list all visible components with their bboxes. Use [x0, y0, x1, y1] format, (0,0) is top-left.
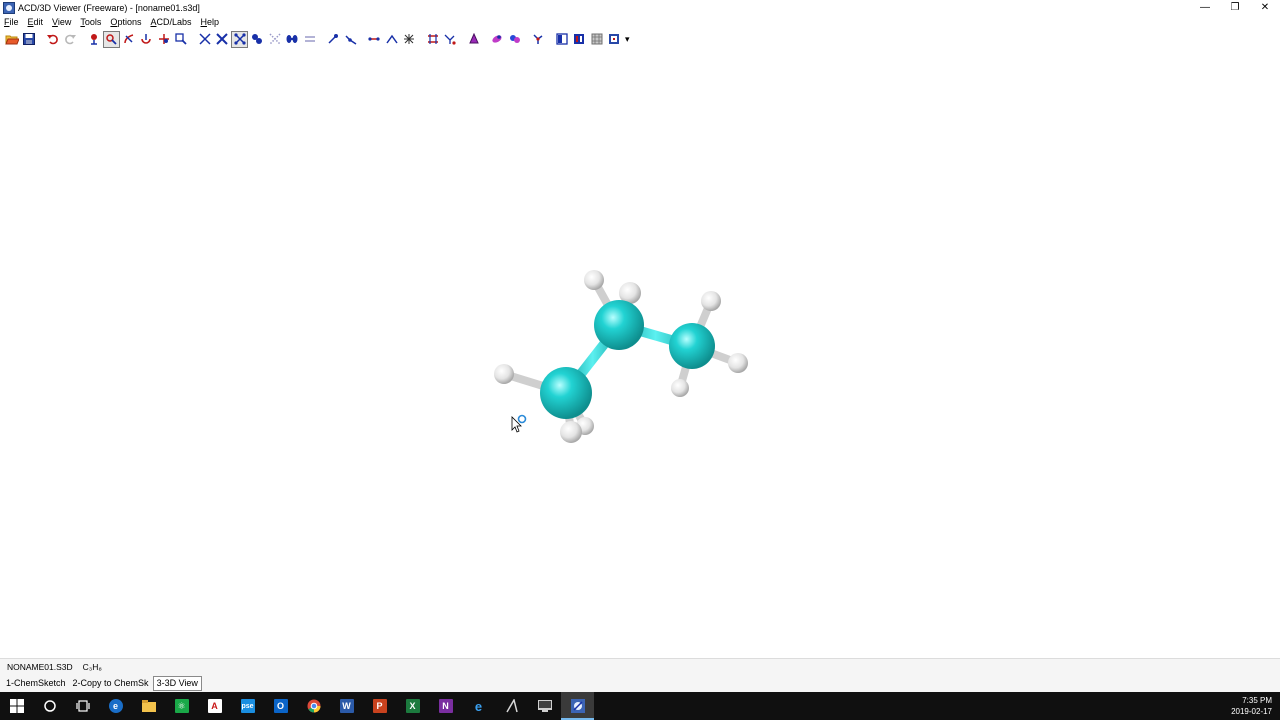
color-icon[interactable] — [465, 31, 482, 48]
title-bar: ACD/3D Viewer (Freeware) - [noname01.s3d… — [0, 0, 1280, 15]
terminal-icon[interactable] — [528, 692, 561, 720]
angle-icon[interactable] — [342, 31, 359, 48]
disks-icon[interactable] — [284, 31, 301, 48]
onenote-icon[interactable]: N — [429, 692, 462, 720]
hydrogen-atom[interactable] — [584, 270, 604, 290]
clock-date: 2019-02-17 — [1231, 707, 1272, 716]
restore-button[interactable]: ❐ — [1220, 0, 1250, 15]
hydrogen-atom[interactable] — [671, 379, 689, 397]
pse-icon[interactable]: pse — [231, 692, 264, 720]
tab-chemsketch[interactable]: 1-ChemSketch — [3, 676, 69, 691]
status-formula: C₃H₈ — [82, 661, 102, 672]
file-explorer-icon[interactable] — [132, 692, 165, 720]
toolbar: ▾ — [0, 29, 1280, 49]
orbital-icon[interactable] — [530, 31, 547, 48]
carbon-atom[interactable] — [669, 323, 715, 369]
edge-icon[interactable]: e — [99, 692, 132, 720]
wireframe-icon[interactable] — [196, 31, 213, 48]
cylinders-icon[interactable] — [301, 31, 318, 48]
balls-sticks-icon[interactable] — [231, 30, 248, 48]
redo-icon[interactable] — [62, 31, 79, 48]
move-icon[interactable] — [155, 31, 172, 48]
toolbar-overflow-icon[interactable]: ▾ — [625, 34, 630, 45]
excel-icon[interactable]: X — [396, 692, 429, 720]
molecule-view[interactable] — [0, 49, 1280, 658]
cortana-icon[interactable] — [33, 692, 66, 720]
window-icon[interactable] — [571, 31, 588, 48]
zoom-icon[interactable] — [173, 31, 190, 48]
window-tabs: 1-ChemSketch 2-Copy to ChemSk 3-3D View — [0, 674, 1280, 692]
start-icon[interactable] — [0, 692, 33, 720]
menu-view[interactable]: View — [52, 17, 71, 27]
dots-icon[interactable] — [266, 31, 283, 48]
rotate-x-icon[interactable] — [120, 31, 137, 48]
settings-icon[interactable] — [606, 31, 623, 48]
windows-taskbar: e ⚛ A pse O W P X N e — [0, 692, 1280, 720]
labels-icon[interactable] — [442, 31, 459, 48]
menu-tools[interactable]: Tools — [80, 17, 101, 27]
acd-3d-viewer-app-icon[interactable] — [3, 1, 15, 14]
hydrogen-icon[interactable] — [424, 31, 441, 48]
taskbar-clock[interactable]: 7:35 PM 2019-02-17 — [1212, 695, 1272, 717]
menu-options[interactable]: Options — [110, 17, 141, 27]
menu-acdlabs[interactable]: ACD/Labs — [150, 17, 191, 27]
rotate-3d-icon[interactable] — [102, 30, 120, 48]
hydrogen-atom[interactable] — [494, 364, 514, 384]
word-icon[interactable]: W — [330, 692, 363, 720]
hydrogen-atom[interactable] — [728, 353, 748, 373]
status-bar: NONAME01.S3D C₃H₈ — [0, 658, 1280, 674]
menu-help[interactable]: Help — [201, 17, 220, 27]
minimize-button[interactable]: — — [1190, 0, 1220, 15]
hydrogen-atom[interactable] — [701, 291, 721, 311]
optimize-icon[interactable] — [489, 31, 506, 48]
measure-icon[interactable] — [325, 31, 342, 48]
spacefill-icon[interactable] — [249, 31, 266, 48]
rotate-icon[interactable] — [85, 31, 102, 48]
close-button[interactable]: ✕ — [1250, 0, 1280, 15]
menu-file[interactable]: File — [4, 17, 19, 27]
surface-icon[interactable] — [506, 31, 523, 48]
menu-bar: File Edit View Tools Options ACD/Labs He… — [0, 15, 1280, 29]
acd-lab-icon[interactable] — [495, 692, 528, 720]
rotate-y-icon[interactable] — [138, 31, 155, 48]
outlook-icon[interactable]: O — [264, 692, 297, 720]
undo-icon[interactable] — [44, 31, 61, 48]
hydrogen-atom[interactable] — [560, 421, 582, 443]
save-icon[interactable] — [21, 31, 38, 48]
structure-icon[interactable] — [553, 31, 570, 48]
grid-icon[interactable] — [588, 31, 605, 48]
ie-icon[interactable]: e — [462, 692, 495, 720]
clock-time: 7:35 PM — [1242, 696, 1272, 705]
status-file-name: NONAME01.S3D — [7, 661, 73, 672]
bond-length-icon[interactable] — [366, 31, 383, 48]
menu-edit[interactable]: Edit — [28, 17, 44, 27]
tab-3d-view[interactable]: 3-3D View — [152, 675, 202, 691]
acrobat-icon[interactable]: A — [198, 692, 231, 720]
chemsketch-icon[interactable]: ⚛ — [165, 692, 198, 720]
carbon-atom[interactable] — [594, 300, 644, 350]
chrome-icon[interactable] — [297, 692, 330, 720]
task-view-icon[interactable] — [66, 692, 99, 720]
carbon-atom[interactable] — [540, 367, 592, 419]
window-controls: — ❐ ✕ — [1190, 0, 1280, 15]
open-icon[interactable] — [3, 31, 20, 48]
acd-3d-viewer-icon[interactable] — [561, 692, 594, 720]
busy-cursor-icon — [511, 414, 527, 433]
window-title: ACD/3D Viewer (Freeware) - [noname01.s3d… — [18, 2, 200, 13]
dihedral-icon[interactable] — [383, 31, 400, 48]
sticks-icon[interactable] — [214, 31, 231, 48]
3d-view-canvas[interactable] — [0, 49, 1280, 658]
powerpoint-icon[interactable]: P — [363, 692, 396, 720]
tab-copy-to-chemsketch[interactable]: 2-Copy to ChemSk — [70, 676, 152, 691]
select-icon[interactable] — [401, 31, 418, 48]
